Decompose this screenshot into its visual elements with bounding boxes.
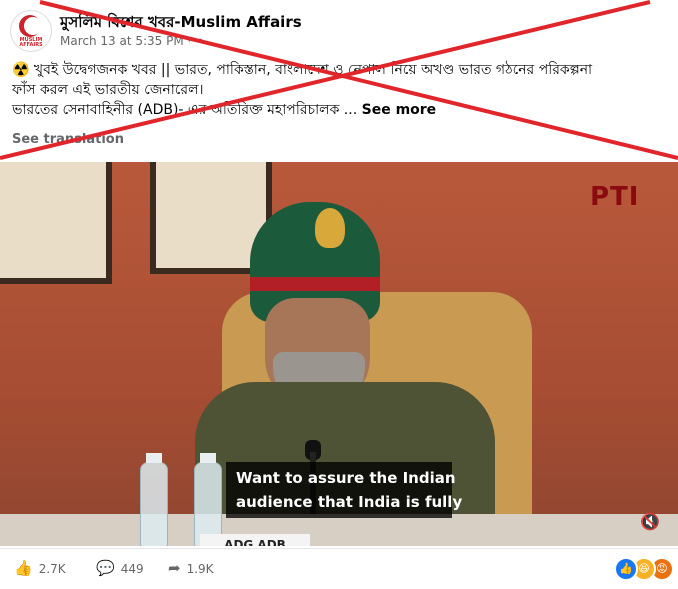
- speaker-muted-icon[interactable]: 🔇: [640, 512, 664, 532]
- timestamp[interactable]: March 13 at 5:35 PM: [60, 34, 184, 48]
- video-caption: Want to assure the Indian audience that …: [226, 462, 463, 518]
- see-translation-link[interactable]: See translation: [12, 132, 124, 147]
- like-button[interactable]: 👍 2.7K: [14, 559, 66, 577]
- reaction-summary[interactable]: 👍 😆 😡: [614, 557, 678, 581]
- avatar-text: MUSLIM AFFAIRS: [19, 37, 43, 48]
- like-icon: 👍: [614, 557, 638, 581]
- nameplate: ADG ADB: [200, 534, 310, 546]
- share-button[interactable]: ➦ 1.9K: [168, 559, 214, 577]
- bottle-cap: [200, 453, 216, 463]
- wall-frame-left: [0, 162, 112, 284]
- bottle-cap: [146, 453, 162, 463]
- thumbs-up-icon: 👍: [14, 559, 33, 577]
- see-more-link[interactable]: See more: [362, 102, 437, 118]
- page-avatar[interactable]: MUSLIM AFFAIRS: [10, 10, 52, 52]
- water-bottle: [140, 453, 168, 546]
- share-count: 1.9K: [186, 562, 214, 576]
- share-icon: ➦: [168, 559, 181, 577]
- post-line-3-text: ভারতের সেনাবাহিনীর (ADB)- এর অতিরিক্ত মহ…: [12, 102, 358, 118]
- like-count: 2.7K: [38, 562, 66, 576]
- logo-crescent: [24, 17, 42, 35]
- comment-button[interactable]: 💬 449: [96, 559, 144, 577]
- table: [0, 514, 678, 546]
- post-line-3: ভারতের সেনাবাহিনীর (ADB)- এর অতিরিক্ত মহ…: [12, 100, 666, 120]
- action-bar: 👍 2.7K 💬 449 ➦ 1.9K 👍 😆 😡: [0, 548, 678, 589]
- turban-band: [250, 277, 380, 291]
- caption-line-1: Want to assure the Indian: [236, 469, 456, 487]
- video-player[interactable]: ADG ADB PTI Want to assure the Indian au…: [0, 162, 678, 546]
- comment-icon: 💬: [96, 559, 115, 577]
- turban-badge: [315, 208, 345, 248]
- post-meta: March 13 at 5:35 PM · ⚬: [60, 34, 205, 48]
- post-line-2: ফাঁস করল এই ভারতীয় জেনারেল।: [12, 82, 204, 98]
- caption-line-2: audience that India is fully: [236, 493, 463, 511]
- facebook-post: MUSLIM AFFAIRS মুসলিম বিশ্বের খবর-Muslim…: [0, 0, 678, 589]
- page-name[interactable]: মুসলিম বিশ্বের খবর-Muslim Affairs: [60, 11, 302, 36]
- post-line-1: ☢️ খুবই উদ্বেগজনক খবর || ভারত, পাকিস্তান…: [12, 62, 593, 78]
- comment-count: 449: [120, 562, 144, 576]
- post-text: ☢️ খুবই উদ্বেগজনক খবর || ভারত, পাকিস্তান…: [12, 60, 666, 120]
- post-header: MUSLIM AFFAIRS মুসলিম বিশ্বের খবর-Muslim…: [8, 8, 668, 52]
- pti-watermark: PTI: [590, 182, 640, 212]
- globe-icon: · ⚬: [187, 34, 206, 48]
